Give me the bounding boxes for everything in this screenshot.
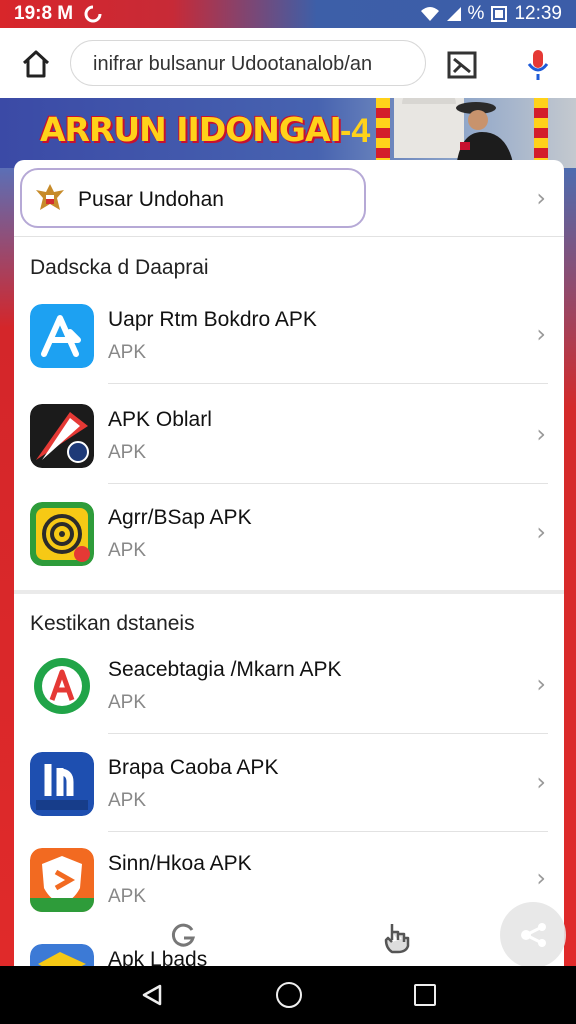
background-right [564, 168, 576, 968]
section-divider [14, 590, 564, 594]
orange-shield-icon [30, 848, 94, 912]
app-name: APK Oblarl [108, 408, 212, 431]
blue-book-icon [30, 752, 94, 816]
app-name: Sinn/Hkoa APK [108, 852, 252, 875]
status-time-left: 19:8 M [14, 3, 74, 24]
tab-switcher-icon[interactable] [446, 50, 478, 80]
battery-icon [491, 6, 508, 22]
floating-action-button[interactable] [500, 902, 566, 968]
chevron-right-icon: › [536, 670, 546, 698]
app-name: Seacebtagia /Mkarn APK [108, 658, 342, 681]
portal-row[interactable]: Pusar Undohan › [14, 160, 564, 237]
share-icon [521, 923, 546, 947]
google-g-icon[interactable] [170, 922, 196, 948]
app-subtitle: APK [108, 790, 147, 811]
system-nav-bar [0, 966, 576, 1024]
content-card: Pusar Undohan › Dadscka d Daaprai Uapr R… [14, 160, 564, 970]
microphone-icon[interactable] [524, 48, 552, 82]
hand-pointer-icon[interactable] [380, 920, 414, 954]
list-item[interactable]: Brapa Caoba APK APK › [14, 734, 564, 832]
person-image [456, 102, 514, 168]
chevron-right-icon: › [536, 184, 546, 212]
blue-a-arrow-icon [30, 304, 94, 368]
chevron-right-icon: › [536, 320, 546, 348]
chevron-right-icon: › [536, 768, 546, 796]
app-subtitle: APK [108, 342, 147, 363]
wifi-icon [420, 7, 439, 21]
app-name: Brapa Caoba APK [108, 756, 279, 779]
banner-stripe-left [376, 98, 390, 168]
app-name: Agrr/BSap APK [108, 506, 252, 529]
status-icons: % 12:39 [420, 3, 562, 25]
url-bar[interactable]: inifrar bulsanur Udootanalob/an [70, 40, 426, 86]
green-a-circle-icon [30, 654, 94, 718]
list-item[interactable]: Apk Lbads [14, 926, 564, 970]
sync-icon [84, 5, 102, 23]
list-item[interactable]: Sinn/Hkoa APK APK › [14, 830, 564, 928]
back-icon[interactable] [140, 983, 164, 1007]
app-subtitle: APK [108, 540, 147, 561]
yellow-spiral-icon [30, 502, 94, 566]
chevron-right-icon: › [536, 420, 546, 448]
signal-icon [446, 7, 461, 21]
battery-percent: % [467, 3, 485, 24]
home-nav-icon[interactable] [276, 982, 302, 1008]
portal-button[interactable]: Pusar Undohan [20, 168, 366, 228]
background-left [0, 168, 14, 968]
red-speed-arrow-icon [30, 404, 94, 468]
list-item[interactable]: APK Oblarl APK › [14, 386, 564, 484]
list-item[interactable]: Seacebtagia /Mkarn APK APK › [14, 636, 564, 734]
app-subtitle: APK [108, 442, 147, 463]
hero-banner: ARRUN IIDONGAI -4 [0, 98, 576, 168]
status-bar: 19:8 M % 12:39 [0, 0, 576, 28]
chevron-right-icon: › [536, 864, 546, 892]
banner-stripe-right [534, 98, 548, 168]
section-title: Dadscka d Daaprai [30, 256, 209, 279]
url-text: inifrar bulsanur Udootanalob/an [93, 53, 373, 75]
recents-icon[interactable] [414, 984, 436, 1006]
portal-label: Pusar Undohan [78, 188, 224, 211]
status-time-right: 12:39 [514, 3, 562, 24]
garuda-emblem-icon [36, 184, 64, 210]
list-item[interactable]: Uapr Rtm Bokdro APK APK › [14, 286, 564, 384]
chevron-right-icon: › [536, 518, 546, 546]
list-item[interactable]: Agrr/BSap APK APK › [14, 484, 564, 582]
divider [108, 383, 548, 384]
banner-deco-text: -4 [340, 112, 371, 150]
app-name: Uapr Rtm Bokdro APK [108, 308, 317, 331]
app-subtitle: APK [108, 886, 147, 907]
browser-toolbar: inifrar bulsanur Udootanalob/an [0, 28, 576, 99]
app-subtitle: APK [108, 692, 147, 713]
banner-title: ARRUN IIDONGAI [40, 110, 342, 149]
section-title: Kestikan dstaneis [30, 612, 195, 635]
home-icon[interactable] [18, 46, 54, 82]
